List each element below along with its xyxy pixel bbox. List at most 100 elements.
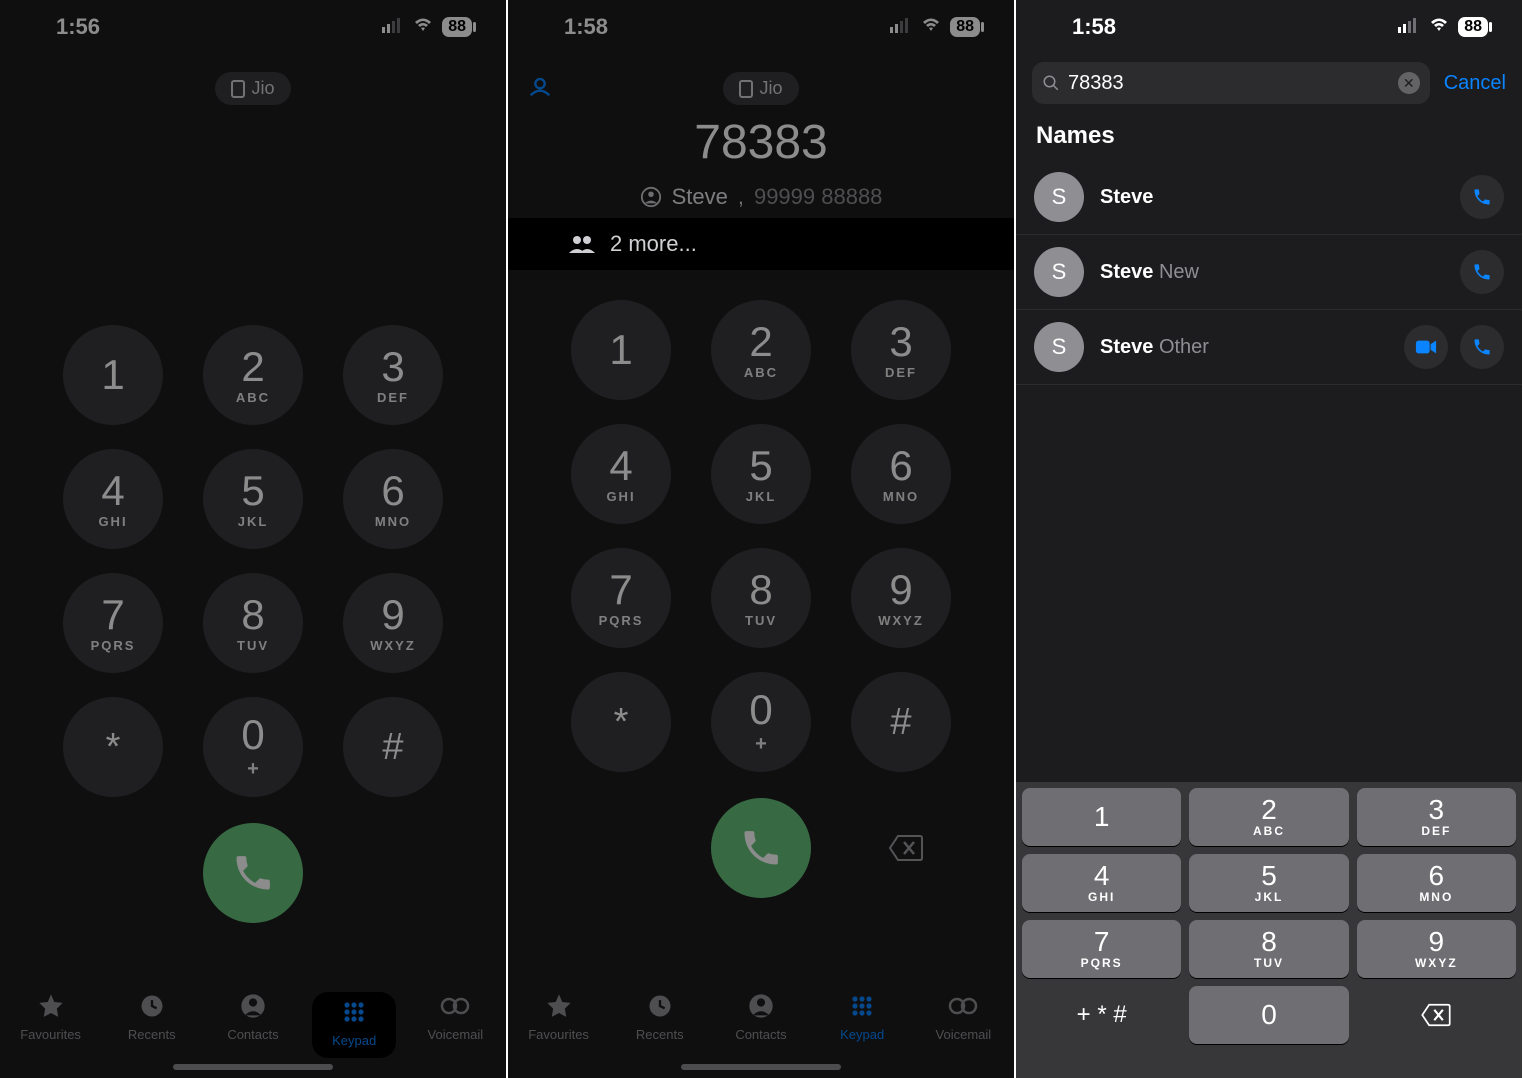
contact-row[interactable]: SSteve (1016, 160, 1522, 235)
keyboard-key-5[interactable]: 5JKL (1189, 854, 1348, 912)
sim-icon (739, 80, 753, 98)
keypad-key-6[interactable]: 6MNO (343, 449, 443, 549)
dial-keypad: 1 2 ABC 3DEF 4GHI 5JKL 6MNO 7PQRS 8 TUV 9WXYZ * 0+ # (508, 300, 1014, 772)
battery-badge: 88 (442, 17, 472, 37)
keypad-key-0[interactable]: 0+ (711, 672, 811, 772)
carrier-pill[interactable]: Jio (723, 72, 798, 105)
tab-favourites[interactable]: Favourites (9, 992, 93, 1042)
keypad-key-*[interactable]: * (63, 697, 163, 797)
keyboard-key-9[interactable]: 9WXYZ (1357, 920, 1516, 978)
key-number: 8 (749, 569, 772, 611)
keypad-key-#[interactable]: # (851, 672, 951, 772)
tab-keypad[interactable]: Keypad (312, 992, 396, 1058)
keyboard-key-2[interactable]: 2ABC (1189, 788, 1348, 846)
cancel-button[interactable]: Cancel (1444, 72, 1506, 95)
keypad-key-4[interactable]: 4GHI (571, 424, 671, 524)
tab-favourites[interactable]: Favourites (517, 992, 601, 1042)
tab-icon (746, 992, 776, 1023)
tab-icon (847, 992, 877, 1023)
keyboard-symbols[interactable]: + * # (1022, 986, 1181, 1044)
tab-contacts[interactable]: Contacts (211, 992, 295, 1042)
video-call-button[interactable] (1404, 325, 1448, 369)
key-letters: ABC (744, 365, 778, 380)
call-contact-button[interactable] (1460, 325, 1504, 369)
backspace-button[interactable] (886, 828, 926, 868)
keyboard-key-3[interactable]: 3DEF (1357, 788, 1516, 846)
tab-voicemail[interactable]: Voicemail (413, 992, 497, 1042)
tab-contacts[interactable]: Contacts (719, 992, 803, 1042)
call-contact-button[interactable] (1460, 250, 1504, 294)
tab-icon (544, 992, 574, 1023)
share-play-icon[interactable] (526, 72, 554, 105)
key-letters: TUV (237, 638, 269, 653)
more-results[interactable]: 2 more... (508, 218, 1014, 270)
home-indicator[interactable] (681, 1064, 841, 1070)
keypad-key-7[interactable]: 7PQRS (571, 548, 671, 648)
tab-label: Voicemail (936, 1027, 992, 1042)
tab-label: Favourites (528, 1027, 589, 1042)
tab-recents[interactable]: Recents (618, 992, 702, 1042)
keyboard-backspace[interactable] (1357, 986, 1516, 1044)
keypad-key-5[interactable]: 5JKL (711, 424, 811, 524)
contact-icon (640, 186, 662, 208)
status-time: 1:58 (564, 14, 608, 40)
keyboard-key-6[interactable]: 6MNO (1357, 854, 1516, 912)
tab-recents[interactable]: Recents (110, 992, 194, 1042)
home-indicator[interactable] (173, 1064, 333, 1070)
keyboard-key-8[interactable]: 8TUV (1189, 920, 1348, 978)
tab-keypad[interactable]: Keypad (820, 992, 904, 1042)
keypad-key-9[interactable]: 9WXYZ (343, 573, 443, 673)
keypad-key-5[interactable]: 5JKL (203, 449, 303, 549)
search-input[interactable]: 78383 ✕ (1032, 62, 1430, 104)
keyboard-key-1[interactable]: 1 (1022, 788, 1181, 846)
keypad-key-1[interactable]: 1 (571, 300, 671, 400)
contact-name: Steve Other (1100, 336, 1209, 359)
tab-bar: Favourites Recents Contacts Keypad Voicemail (508, 978, 1014, 1078)
keypad-key-8[interactable]: 8 TUV (711, 548, 811, 648)
tab-icon (440, 992, 470, 1023)
status-bar: 1:56 88 (0, 0, 506, 54)
keypad-key-3[interactable]: 3DEF (851, 300, 951, 400)
key-number: 8 (241, 594, 264, 636)
key-number: 6 (381, 470, 404, 512)
keyboard-key-7[interactable]: 7PQRS (1022, 920, 1181, 978)
key-letters: MNO (883, 489, 919, 504)
keypad-key-0[interactable]: 0+ (203, 697, 303, 797)
carrier-pill[interactable]: Jio (215, 72, 290, 105)
contact-row[interactable]: S Steve Other (1016, 310, 1522, 385)
keypad-key-9[interactable]: 9WXYZ (851, 548, 951, 648)
top-match[interactable]: Steve, 99999 88888 (508, 184, 1014, 210)
key-letters: TUV (745, 613, 777, 628)
clear-search-button[interactable]: ✕ (1398, 72, 1420, 94)
keypad-key-4[interactable]: 4GHI (63, 449, 163, 549)
tab-voicemail[interactable]: Voicemail (921, 992, 1005, 1042)
wifi-icon (920, 17, 942, 38)
keypad-key-*[interactable]: * (571, 672, 671, 772)
tab-label: Contacts (227, 1027, 278, 1042)
key-letters: GHI (98, 514, 127, 529)
call-contact-button[interactable] (1460, 175, 1504, 219)
keypad-key-8[interactable]: 8 TUV (203, 573, 303, 673)
contact-avatar: S (1034, 322, 1084, 372)
contact-row[interactable]: SSteve New (1016, 235, 1522, 310)
keyboard-key-4[interactable]: 4GHI (1022, 854, 1181, 912)
keypad-key-6[interactable]: 6MNO (851, 424, 951, 524)
keypad-key-1[interactable]: 1 (63, 325, 163, 425)
key-number: 9 (381, 594, 404, 636)
key-number: 4 (609, 445, 632, 487)
call-button[interactable] (711, 798, 811, 898)
screenshot-search-results: 1:58 88 78383 ✕ Cancel Names SSteveSStev… (1016, 0, 1522, 1078)
keypad-key-7[interactable]: 7PQRS (63, 573, 163, 673)
keypad-key-3[interactable]: 3DEF (343, 325, 443, 425)
key-number: * (106, 728, 121, 766)
battery-badge: 88 (950, 17, 980, 37)
call-button[interactable] (203, 823, 303, 923)
keypad-key-2[interactable]: 2ABC (203, 325, 303, 425)
key-number: 2 (749, 321, 772, 363)
keypad-key-#[interactable]: # (343, 697, 443, 797)
tab-label: Recents (636, 1027, 684, 1042)
keyboard-key-0[interactable]: 0 (1189, 986, 1348, 1044)
key-number: 5 (241, 470, 264, 512)
keypad-key-2[interactable]: 2 ABC (711, 300, 811, 400)
status-time: 1:56 (56, 14, 100, 40)
